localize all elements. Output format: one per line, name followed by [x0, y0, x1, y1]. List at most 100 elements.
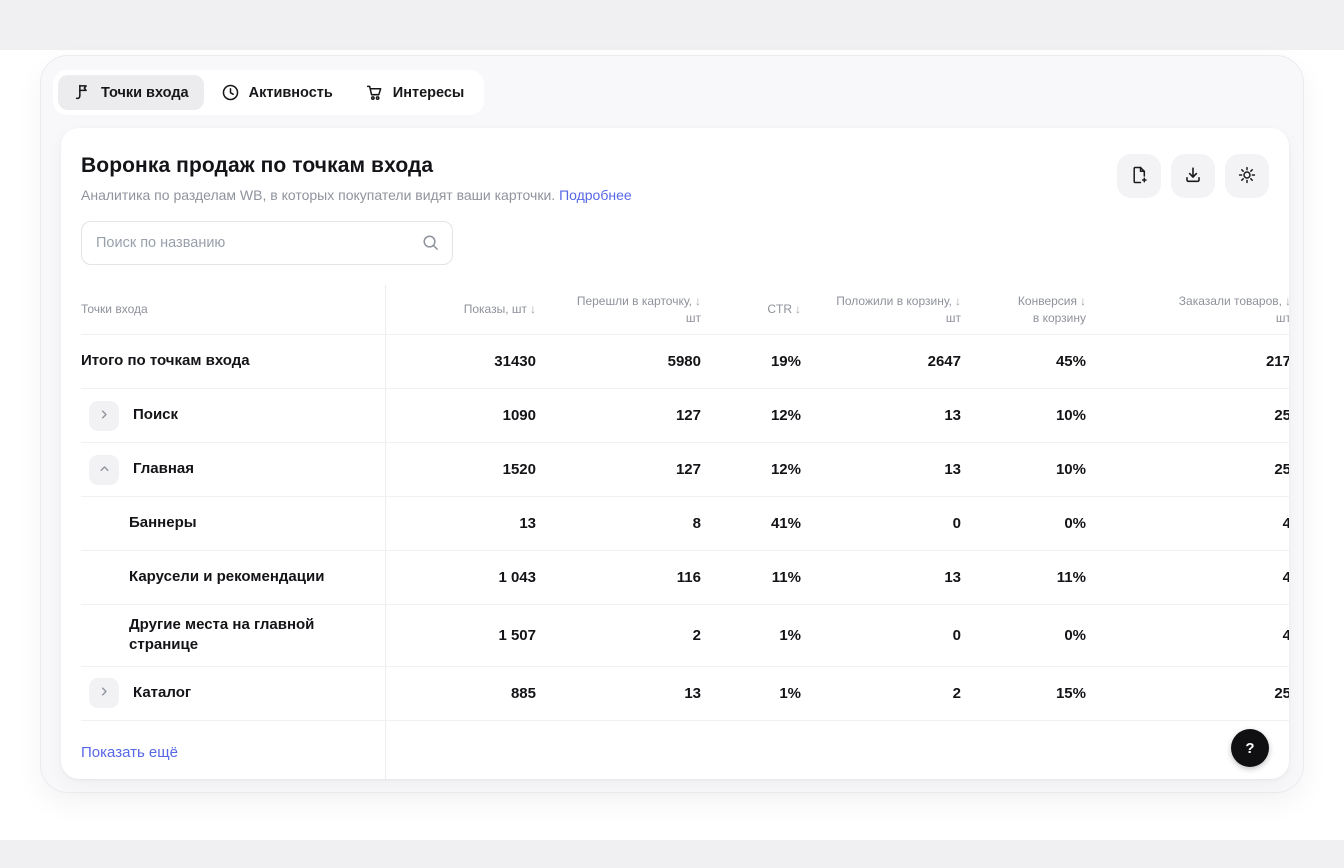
chevron-right-icon: [97, 407, 112, 425]
metric-value: 116: [536, 563, 701, 592]
analytics-section-card: Точки входа Активность Интересы Воронка пр…: [40, 55, 1304, 793]
tab-activity[interactable]: Активность: [206, 75, 348, 110]
metric-value: 1520: [386, 455, 536, 484]
metric-value: 12%: [701, 455, 801, 484]
metric-value: 0: [801, 621, 961, 650]
metric-value: 10%: [961, 401, 1086, 430]
metric-value: 25: [1086, 679, 1289, 708]
cart-icon: [365, 83, 384, 102]
metric-value: 4: [1086, 563, 1289, 592]
metric-value: 0: [801, 509, 961, 538]
entry-points-table: Точки входаПоказы, шт↓Перешли в карточку…: [81, 285, 1289, 779]
chevron-up-icon: [97, 461, 112, 479]
panel-heading: Воронка продаж по точкам входа Аналитика…: [81, 154, 632, 203]
table-row-catalog: Каталог885131%215%25: [81, 667, 1289, 721]
metric-value: 10%: [961, 455, 1086, 484]
row-label: Итого по точкам входа: [81, 351, 250, 371]
row-label: Карусели и рекомендации: [129, 567, 324, 587]
column-header[interactable]: Положили в корзину,↓шт: [801, 287, 961, 331]
metric-value: 2: [536, 621, 701, 650]
metric-value: 13: [536, 679, 701, 708]
row-label: Поиск: [133, 405, 178, 425]
table-row-search: Поиск109012712%1310%25: [81, 389, 1289, 443]
table-row-other-places: Другие места на главной странице 1 50721%…: [81, 605, 1289, 667]
row-label-cell: Поиск: [81, 389, 386, 442]
file-plus-icon: [1129, 165, 1149, 188]
metric-value: 217: [1086, 347, 1289, 376]
page-title: Воронка продаж по точкам входа: [81, 154, 632, 178]
search-input[interactable]: [81, 221, 453, 265]
tab-interests[interactable]: Интересы: [350, 75, 480, 110]
metric-value: 2: [801, 679, 961, 708]
metric-value: 12%: [701, 401, 801, 430]
metric-value: 1 043: [386, 563, 536, 592]
row-label: Главная: [133, 459, 194, 479]
metric-value: 1%: [701, 679, 801, 708]
chevron-right-icon: [97, 684, 112, 702]
tab-label: Активность: [249, 85, 333, 101]
row-label-cell: Другие места на главной странице: [81, 605, 386, 666]
table-row-banners: Баннеры 13841%00%4: [81, 497, 1289, 551]
column-header[interactable]: CTR↓: [701, 295, 801, 323]
column-header[interactable]: Показы, шт↓: [386, 295, 536, 323]
metric-value: 0%: [961, 509, 1086, 538]
collapse-row-button[interactable]: [89, 455, 119, 485]
metric-value: 8: [536, 509, 701, 538]
row-label-cell: Каталог: [81, 667, 386, 720]
metric-value: 4: [1086, 509, 1289, 538]
metric-value: 13: [801, 563, 961, 592]
help-button[interactable]: ?: [1231, 729, 1269, 767]
clock-icon: [221, 83, 240, 102]
expand-row-button[interactable]: [89, 678, 119, 708]
search-field-wrap: [81, 221, 453, 265]
download-button[interactable]: [1171, 154, 1215, 198]
metric-value: 885: [386, 679, 536, 708]
metric-value: 11%: [961, 563, 1086, 592]
row-label: Каталог: [133, 683, 191, 703]
details-link[interactable]: Подробнее: [559, 187, 632, 203]
download-icon: [1183, 165, 1203, 188]
expand-row-button[interactable]: [89, 401, 119, 431]
metric-value: 127: [536, 401, 701, 430]
tab-label: Точки входа: [101, 85, 189, 101]
panel-actions: [1117, 154, 1269, 198]
page-top-background: [0, 0, 1344, 50]
export-report-button[interactable]: [1117, 154, 1161, 198]
page-bottom-background: [0, 840, 1344, 868]
show-more-cell: Показать ещё: [81, 721, 386, 780]
row-label-cell: Главная: [81, 443, 386, 496]
table-row-main-page: Главная152012712%1310%25: [81, 443, 1289, 497]
metric-value: 4: [1086, 621, 1289, 650]
tab-label: Интересы: [393, 85, 465, 101]
table-footer-row: Показать ещё: [81, 721, 1289, 780]
section-tabs: Точки входа Активность Интересы: [53, 70, 484, 115]
row-label: Баннеры: [129, 513, 197, 533]
flag-icon: [73, 83, 92, 102]
settings-button[interactable]: [1225, 154, 1269, 198]
table-row-carousels: Карусели и рекомендации1 04311611%1311%4: [81, 551, 1289, 605]
metric-value: 5980: [536, 347, 701, 376]
show-more-link[interactable]: Показать ещё: [81, 744, 178, 761]
column-header[interactable]: Заказали товаров,↓шт: [1086, 287, 1289, 331]
tab-entry-points[interactable]: Точки входа: [58, 75, 204, 110]
table-header-row: Точки входаПоказы, шт↓Перешли в карточку…: [81, 285, 1289, 335]
metric-value: 45%: [961, 347, 1086, 376]
metric-value: 11%: [701, 563, 801, 592]
metric-value: 1090: [386, 401, 536, 430]
column-header[interactable]: Перешли в карточку,↓шт: [536, 287, 701, 331]
metric-value: 13: [801, 401, 961, 430]
metric-value: 19%: [701, 347, 801, 376]
metric-value: 1%: [701, 621, 801, 650]
metric-value: 1 507: [386, 621, 536, 650]
metric-value: 25: [1086, 455, 1289, 484]
metric-value: 31430: [386, 347, 536, 376]
metric-value: 13: [386, 509, 536, 538]
row-label-cell: Баннеры: [81, 497, 386, 550]
row-label: Другие места на главной странице: [129, 615, 369, 656]
metric-value: 127: [536, 455, 701, 484]
row-label-cell: Итого по точкам входа: [81, 335, 386, 388]
metric-value: 41%: [701, 509, 801, 538]
gear-icon: [1237, 165, 1257, 188]
column-header[interactable]: Конверсия↓в корзину: [961, 287, 1086, 331]
funnel-panel: Воронка продаж по точкам входа Аналитика…: [61, 128, 1289, 779]
